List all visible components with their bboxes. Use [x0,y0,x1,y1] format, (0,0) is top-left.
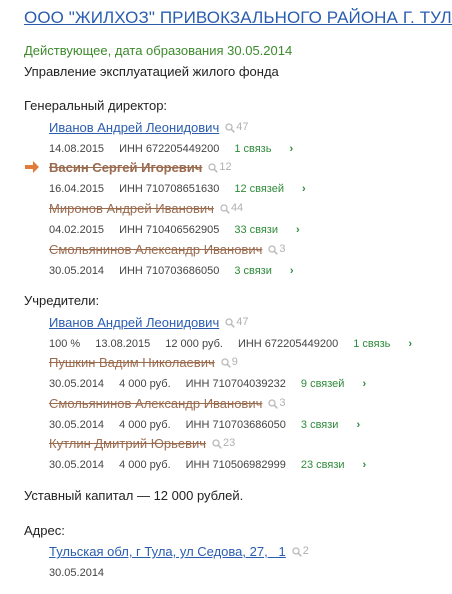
mention-count: 2 [302,545,309,557]
search-icon [225,317,236,328]
authorized-capital: Уставный капитал — 12 000 рублей. [24,488,244,503]
company-status: Действующее, дата образования 30.05.2014 [24,43,293,58]
company-activity: Управление эксплуатацией жилого фонда [24,64,279,79]
director-name-current: Васин Сергей Игоревич [49,160,203,175]
founder-name-link[interactable]: Иванов Андрей Леонидович [49,314,219,331]
founder-amount: 4 000 руб. [119,459,171,471]
connections-label: 23 связи [300,459,345,471]
chevron-right-icon: › [362,459,367,471]
mention-count: 44 [230,202,244,214]
chevron-right-icon: › [301,183,306,195]
mention-count: 47 [236,316,249,328]
founder-item: Пушкин Вадим Николаевич 9 30.05.2014 4 0… [49,354,396,392]
chevron-right-icon: › [289,265,294,277]
search-icon [221,357,231,368]
founder-amount: 12 000 руб. [165,338,223,350]
founder-name-link[interactable]: Пушкин Вадим Николаевич [49,354,215,371]
founder-date: 30.05.2014 [49,378,105,390]
connections-link[interactable]: 9 связей › [301,376,381,392]
connections-label: 9 связей [300,378,345,390]
search-icon [208,162,219,173]
founder-inn: ИНН 710703686050 [185,419,286,431]
founder-inn: ИНН 672205449200 [237,338,339,350]
founder-inn: ИНН 710506982999 [185,459,286,471]
chevron-right-icon: › [362,378,367,390]
mention-count: 3 [279,397,286,409]
director-name-link[interactable]: Миронов Андрей Иванович [49,200,214,217]
founder-share: 100 % [49,338,81,350]
chevron-right-icon: › [356,419,361,431]
address-label: Адрес: [24,523,65,538]
founders-label: Учредители: [24,293,100,308]
founder-date: 30.05.2014 [49,459,105,471]
director-date: 14.08.2015 [49,143,105,155]
connections-link[interactable]: 1 связь › [353,336,427,352]
search-icon [225,122,236,133]
chevron-right-icon: › [408,338,413,350]
connections-link[interactable]: 3 связи › [301,417,375,433]
mention-count: 23 [223,437,236,449]
founder-name-link[interactable]: Кутлин Дмитрий Юрьевич [49,435,206,452]
director-inn: ИНН 710703686050 [119,265,220,277]
search-icon [268,244,279,255]
founder-amount: 4 000 руб. [119,419,171,431]
founder-item: Смольянинов Александр Иванович 3 30.05.2… [49,395,390,433]
connections-label: 1 связь [234,143,272,155]
director-name-link[interactable]: Иванов Андрей Леонидович [49,119,219,136]
connections-label: 12 связей [234,183,284,195]
founder-date: 30.05.2014 [49,419,105,431]
director-date: 04.02.2015 [49,224,105,236]
director-item: Миронов Андрей Иванович 44 04.02.2015 ИН… [49,200,330,238]
founder-item: Иванов Андрей Леонидович 47 100 % 13.08.… [49,314,442,352]
director-inn: ИНН 672205449200 [119,143,220,155]
search-icon [268,398,279,409]
search-icon [220,203,230,214]
mention-count: 3 [279,243,286,255]
founder-name-link[interactable]: Смольянинов Александр Иванович [49,395,262,412]
chevron-right-icon: › [289,143,294,155]
search-icon [292,546,302,557]
director-item: Иванов Андрей Леонидович 47 14.08.2015 И… [49,119,323,157]
mention-count: 12 [219,161,232,173]
address-item: Тульская обл, г Тула, ул Седова, 27, 1 2… [49,543,309,581]
mention-count: 9 [231,356,238,368]
director-name-link[interactable]: Смольянинов Александр Иванович [49,241,262,258]
connections-label: 3 связи [300,419,339,431]
connections-link[interactable]: 23 связи › [301,457,381,473]
founder-amount: 4 000 руб. [119,378,171,390]
address-link[interactable]: Тульская обл, г Тула, ул Седова, 27, 1 [49,543,286,560]
director-item: Васин Сергей Игоревич 12 16.04.2015 ИНН … [49,159,336,197]
connections-label: 1 связь [353,338,391,350]
chevron-right-icon: › [295,224,300,236]
director-date: 16.04.2015 [49,183,105,195]
arrow-right-icon [25,161,39,173]
director-item: Смольянинов Александр Иванович 3 30.05.2… [49,241,324,279]
founder-date: 13.08.2015 [95,338,151,350]
connections-link[interactable]: 33 связи › [234,222,314,238]
address-date: 30.05.2014 [49,567,105,579]
director-inn: ИНН 710708651630 [119,183,220,195]
founder-inn: ИНН 710704039232 [185,378,286,390]
connections-label: 33 связи [234,224,278,236]
director-date: 30.05.2014 [49,265,105,277]
directors-label: Генеральный директор: [24,98,168,113]
founder-item: Кутлин Дмитрий Юрьевич 23 30.05.2014 4 0… [49,435,396,473]
connections-link[interactable]: 1 связь › [234,141,308,157]
connections-link[interactable]: 3 связи › [234,263,308,279]
director-inn: ИНН 710406562905 [119,224,220,236]
company-title[interactable]: ООО "ЖИЛХОЗ" ПРИВОКЗАЛЬНОГО РАЙОНА Г. ТУ… [24,8,452,28]
search-icon [212,438,222,449]
connections-link[interactable]: 12 связей › [234,181,320,197]
mention-count: 47 [236,121,249,133]
connections-label: 3 связи [234,265,272,277]
